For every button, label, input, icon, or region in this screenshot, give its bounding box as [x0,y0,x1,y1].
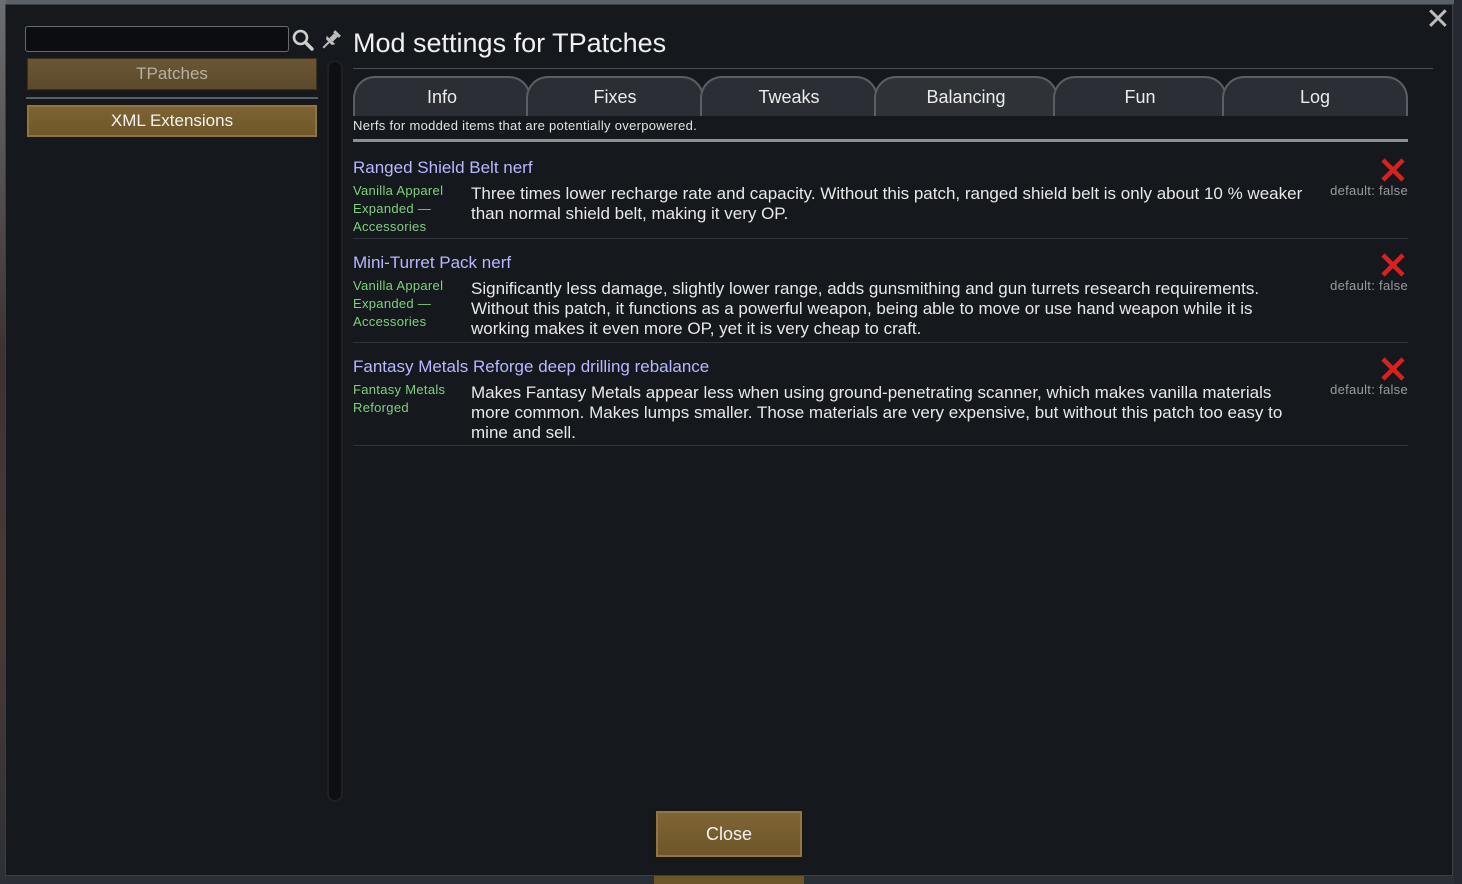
setting-row: Ranged Shield Belt nerf Vanilla Apparel … [353,158,1408,239]
setting-title: Fantasy Metals Reforge deep drilling reb… [353,357,710,376]
search-icon[interactable] [291,28,315,52]
setting-description: Makes Fantasy Metals appear less when us… [471,383,1283,442]
backdrop [654,876,804,884]
cross-icon[interactable] [1379,355,1407,383]
setting-row: Mini-Turret Pack nerf Vanilla Apparel Ex… [353,253,1408,343]
setting-mod-source: Vanilla Apparel Expanded — Accessories [353,278,444,329]
divider [353,68,1433,69]
cross-icon[interactable] [1379,251,1407,279]
page-title: Mod settings for TPatches [353,28,667,58]
setting-mod-source: Fantasy Metals Reforged [353,382,446,415]
setting-mod-source: Vanilla Apparel Expanded — Accessories [353,183,444,234]
tab-bar: Info Fixes Tweaks Balancing Fun Log [353,76,1408,116]
cross-icon[interactable] [1379,156,1407,184]
default-value-label: default: false [1330,183,1408,198]
close-button[interactable]: Close [654,809,804,859]
tab-fixes[interactable]: Fixes [526,76,704,116]
tab-balancing[interactable]: Balancing [874,76,1058,116]
setting-description: Three times lower recharge rate and capa… [471,184,1303,223]
setting-title: Ranged Shield Belt nerf [353,158,533,177]
tab-log[interactable]: Log [1222,76,1408,116]
close-icon[interactable]: ✕ [1424,5,1452,35]
search-input[interactable] [25,26,289,52]
mod-item-xml-extensions[interactable]: XML Extensions [26,104,318,138]
mod-item-tpatches[interactable]: TPatches [26,57,318,91]
default-value-label: default: false [1330,382,1408,397]
tab-tweaks[interactable]: Tweaks [700,76,878,116]
tab-description: Nerfs for modded items that are potentia… [353,118,698,133]
tab-fun[interactable]: Fun [1053,76,1227,116]
scrollbar-thumb[interactable] [329,62,341,800]
backdrop-right [1454,0,1462,884]
setting-title: Mini-Turret Pack nerf [353,253,512,272]
divider [353,139,1408,142]
setting-row: Fantasy Metals Reforge deep drilling reb… [353,357,1408,446]
pin-icon[interactable] [319,28,343,52]
tab-info[interactable]: Info [353,76,531,116]
default-value-label: default: false [1330,278,1408,293]
divider [26,97,318,99]
setting-description: Significantly less damage, slightly lowe… [471,279,1260,338]
